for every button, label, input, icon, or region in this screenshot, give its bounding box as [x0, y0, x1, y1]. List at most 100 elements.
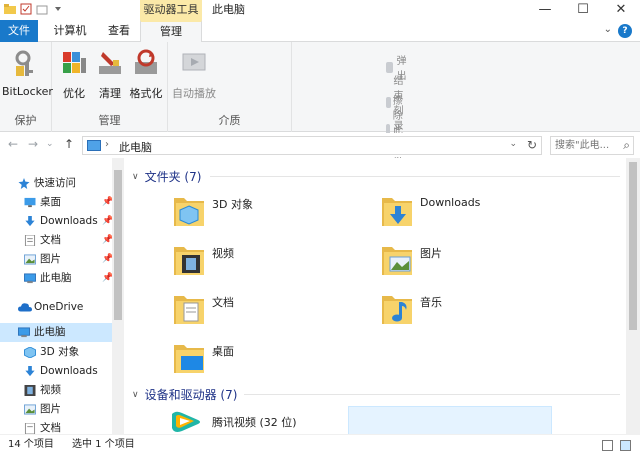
folder-item-desktop[interactable]: 桌面 [174, 335, 374, 379]
nav-quick-access[interactable]: 快速访问 [0, 174, 112, 193]
device-name: 腾讯视频 (32 位) [212, 416, 297, 429]
folder-name: 文档 [212, 296, 234, 309]
close-button[interactable]: ✕ [602, 0, 640, 20]
ribbon-group-protect: BitLocker 保护 [0, 42, 53, 132]
folders-section-header[interactable]: ∨ 文件夹 (7) [132, 168, 201, 185]
collapse-arrow-icon[interactable]: ∨ [132, 172, 139, 182]
devices-section-header[interactable]: ∨ 设备和驱动器 (7) [132, 386, 237, 403]
nav-item-documents[interactable]: 文档 📌 [0, 231, 113, 250]
tab-view[interactable]: 查看 [100, 20, 138, 42]
folder-item-documents[interactable]: 文档 [174, 286, 374, 330]
details-view-icon[interactable] [602, 440, 613, 451]
bitlocker-button[interactable]: BitLocker [2, 48, 53, 98]
format-button[interactable]: 格式化 [128, 48, 164, 101]
address-box[interactable]: › 此电脑 ⌄ ↻ [82, 136, 542, 155]
nav-item-label: 此电脑 [40, 272, 72, 284]
disk-cleanup-icon [99, 52, 121, 74]
nav-onedrive-label: OneDrive [34, 301, 84, 313]
bitlocker-label: BitLocker [2, 85, 53, 98]
new-folder-icon[interactable] [36, 3, 48, 15]
status-bar: 14 个项目 选中 1 个项目 [0, 434, 640, 456]
folder-item-videos[interactable]: 视频 [174, 237, 374, 281]
nav-quick-access-label: 快速访问 [34, 177, 76, 189]
address-dropdown-icon[interactable]: ⌄ [509, 139, 517, 149]
forward-button[interactable]: → [28, 137, 38, 151]
nav-item-desktop[interactable]: 桌面 📌 [0, 193, 113, 212]
search-box[interactable]: ⌕ [550, 136, 634, 155]
recent-locations-button[interactable]: ⌄ [46, 139, 54, 149]
up-button[interactable]: ↑ [64, 137, 74, 151]
search-icon: ⌕ [623, 138, 630, 152]
tab-file[interactable]: 文件 [0, 20, 38, 42]
folder-name: 桌面 [212, 345, 234, 358]
autoplay-button[interactable]: 自动播放 [172, 48, 216, 101]
autoplay-label: 自动播放 [172, 87, 216, 100]
refresh-button[interactable]: ↻ [527, 138, 537, 152]
section-divider [244, 394, 620, 395]
nav-item-downloads[interactable]: Downloads 📌 [0, 212, 113, 231]
nav-onedrive[interactable]: OneDrive [0, 298, 112, 317]
cleanup-button[interactable]: 清理 [94, 48, 126, 101]
nav-item-this-pc-quick[interactable]: 此电脑 📌 [0, 269, 113, 288]
videos-icon [24, 385, 36, 396]
folder-item-downloads[interactable]: Downloads [382, 188, 582, 232]
collapse-arrow-icon[interactable]: ∨ [132, 390, 139, 400]
documents-folder-icon [174, 296, 204, 324]
device-item-tencent-video[interactable]: 腾讯视频 (32 位) [170, 408, 370, 434]
folder-item-pictures[interactable]: 图片 [382, 237, 582, 281]
section-divider [210, 176, 620, 177]
devices-header-label: 设备和驱动器 (7) [144, 388, 238, 402]
folder-icon[interactable] [4, 3, 16, 15]
folder-name: 音乐 [420, 296, 442, 309]
nav-this-pc[interactable]: 此电脑 [0, 323, 112, 342]
large-icons-view-icon[interactable] [620, 440, 631, 451]
eject-icon [386, 61, 394, 73]
nav-pc-downloads[interactable]: Downloads [0, 362, 112, 381]
content-scrollbar-thumb[interactable] [629, 162, 637, 330]
selected-drive-item[interactable] [348, 406, 552, 434]
format-label: 格式化 [129, 87, 163, 100]
help-icon[interactable]: ? [618, 24, 632, 38]
navigation-scrollbar-thumb[interactable] [114, 170, 122, 320]
nav-pc-videos[interactable]: 视频 [0, 381, 112, 400]
maximize-button[interactable]: ☐ [564, 0, 602, 20]
folder-name: 图片 [420, 247, 442, 260]
customize-qat-icon[interactable] [52, 3, 64, 15]
folder-item-3d-objects[interactable]: 3D 对象 [174, 188, 374, 232]
tab-manage[interactable]: 管理 [140, 20, 202, 43]
folders-header-label: 文件夹 (7) [144, 170, 202, 184]
autoplay-icon [182, 53, 206, 71]
nav-item-pictures[interactable]: 图片 📌 [0, 250, 113, 269]
nav-pc-3d-objects[interactable]: 3D 对象 [0, 343, 112, 362]
optimize-button[interactable]: 优化 [58, 48, 90, 101]
navigation-scrollbar[interactable] [112, 158, 124, 434]
documents-icon [24, 235, 36, 246]
folder-item-music[interactable]: 音乐 [382, 286, 582, 330]
music-folder-icon [382, 296, 412, 324]
back-button[interactable]: ← [8, 137, 18, 151]
videos-folder-icon [174, 247, 204, 275]
3d-objects-folder-icon [174, 198, 204, 226]
nav-pc-documents[interactable]: 文档 [0, 419, 112, 434]
properties-icon[interactable] [20, 3, 32, 15]
selection-count: 选中 1 个项目 [72, 439, 135, 450]
downloads-folder-icon [382, 198, 412, 226]
this-pc-icon [87, 140, 101, 151]
breadcrumb[interactable]: 此电脑 [119, 139, 152, 155]
nav-pc-pictures[interactable]: 图片 [0, 400, 112, 419]
star-icon [18, 178, 30, 189]
nav-item-label: Downloads [40, 365, 98, 377]
tab-computer[interactable]: 计算机 [42, 20, 98, 42]
search-input[interactable] [551, 137, 615, 154]
downloads-icon [25, 366, 35, 377]
minimize-button[interactable]: — [526, 0, 564, 20]
collapse-ribbon-icon[interactable]: ⌄ [604, 24, 612, 35]
tencent-video-icon [172, 411, 200, 432]
content-scrollbar[interactable] [626, 158, 640, 434]
nav-item-label: 视频 [40, 384, 61, 396]
pictures-icon [24, 254, 36, 265]
documents-icon [24, 423, 36, 434]
group-label-manage: 管理 [98, 114, 121, 127]
format-drive-icon [135, 49, 157, 74]
breadcrumb-separator-icon[interactable]: › [105, 139, 109, 150]
